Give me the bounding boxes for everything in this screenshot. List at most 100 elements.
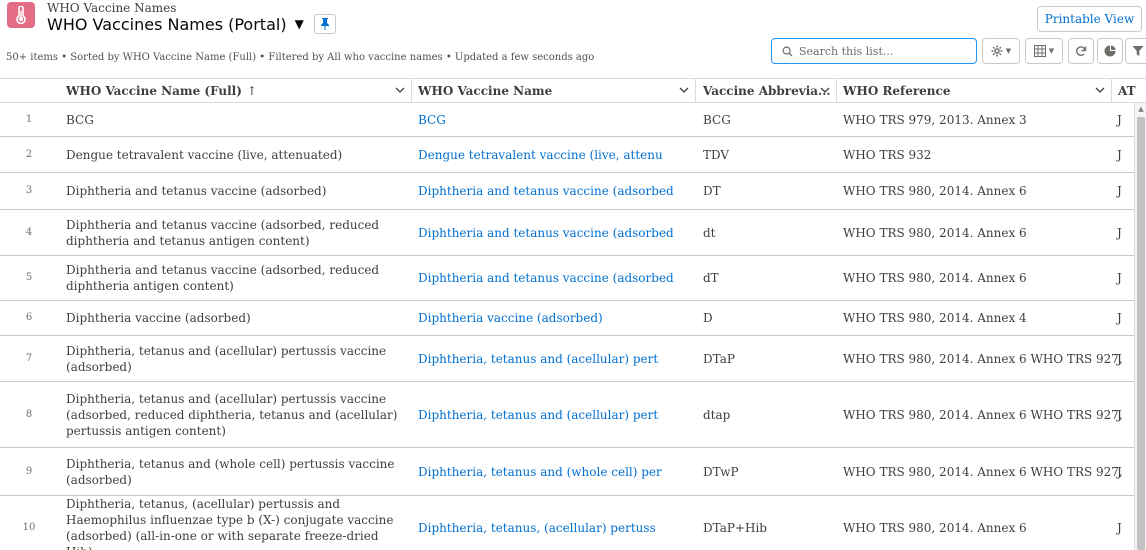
pin-button[interactable] [313,14,336,34]
cell-full-name: Diphtheria and tetanus vaccine (adsorbed… [66,263,380,293]
list-view-title[interactable]: WHO Vaccines Names (Portal) ▼ [47,14,336,34]
pie-chart-icon [1104,45,1116,57]
row-number: 8 [25,408,33,420]
column-header-who-reference[interactable]: WHO Reference [837,79,1112,103]
row-number: 9 [25,465,33,477]
table-row[interactable]: 1 BCG BCG BCG WHO TRS 979, 2013. Annex 3… [0,103,1134,137]
column-label: WHO Vaccine Name (Full) [66,84,242,98]
object-type-label: WHO Vaccine Names [47,1,177,15]
list-header: WHO Vaccine Names WHO Vaccines Names (Po… [0,0,1146,78]
row-number: 6 [25,312,33,323]
scroll-up-icon[interactable]: ▲ [1136,105,1146,113]
cell-vaccine-name-link[interactable]: Diphtheria and tetanus vaccine (adsorbed [418,210,686,255]
row-number: 3 [25,185,33,196]
cell-full-name: Diphtheria and tetanus vaccine (adsorbed… [66,217,380,248]
charts-button[interactable] [1097,38,1123,64]
cell-full-name: Diphtheria and tetanus vaccine (adsorbed… [66,184,327,198]
cell-vaccine-name-link[interactable]: Diphtheria, tetanus and (acellular) pert [418,336,686,381]
cell-vaccine-name-link[interactable]: Diphtheria and tetanus vaccine (adsorbed [418,256,686,300]
filter-button[interactable] [1125,38,1146,64]
cell-who-reference: WHO TRS 980, 2014. Annex 6 WHO TRS 927, … [843,407,1123,422]
sort-ascending-icon: ↑ [246,84,257,98]
cell-full-name: BCG [66,112,94,127]
table-row[interactable]: 7 Diphtheria, tetanus and (acellular) pe… [0,336,1134,382]
table-header: WHO Vaccine Name (Full) ↑ WHO Vaccine Na… [0,78,1146,103]
list-settings-button[interactable]: ▼ [982,38,1020,64]
cell-full-name: Diphtheria, tetanus, (acellular) pertuss… [66,497,394,550]
refresh-icon [1076,46,1087,56]
table-icon [1033,45,1046,57]
row-number: 1 [25,113,33,125]
column-label: WHO Vaccine Name [418,84,553,98]
cell-who-reference: WHO TRS 980, 2014. Annex 6 WHO TRS 927, … [843,464,1123,479]
cell-abbreviation: dtap [703,407,731,422]
chevron-down-icon [679,87,689,93]
cell-vaccine-name-link[interactable]: Diphtheria, tetanus and (whole cell) per [418,448,686,495]
cell-who-reference: WHO TRS 980, 2014. Annex 6 [843,521,1027,535]
table-row[interactable]: 8 Diphtheria, tetanus and (acellular) pe… [0,382,1134,448]
row-number: 10 [22,522,36,533]
cell-abbreviation: D [703,311,713,325]
cell-full-name: Diphtheria vaccine (adsorbed) [66,311,251,325]
vertical-scrollbar[interactable]: ▲ [1134,103,1146,550]
column-header-at[interactable]: AT [1112,79,1146,103]
list-meta-info: 50+ items • Sorted by WHO Vaccine Name (… [6,52,595,63]
scrollbar-thumb[interactable] [1137,117,1145,550]
search-icon [782,46,793,57]
cell-full-name: Diphtheria, tetanus and (acellular) pert… [66,391,398,438]
cell-vaccine-name-link[interactable]: Diphtheria and tetanus vaccine (adsorbed [418,173,686,209]
cell-vaccine-name-link[interactable]: Diphtheria, tetanus and (acellular) pert [418,382,686,447]
cell-abbreviation: dt [703,225,716,240]
cell-who-reference: WHO TRS 979, 2013. Annex 3 [843,112,1027,127]
chevron-down-icon [395,87,405,93]
refresh-button[interactable] [1068,38,1094,64]
column-label: AT [1118,84,1136,98]
column-header-abbreviation[interactable]: Vaccine Abbrevia... [697,79,837,103]
row-number: 5 [25,272,33,283]
table-row[interactable]: 3 Diphtheria and tetanus vaccine (adsorb… [0,173,1134,210]
cell-abbreviation: BCG [703,112,731,127]
table-row[interactable]: 10 Diphtheria, tetanus, (acellular) pert… [0,496,1134,550]
list-table: WHO Vaccine Name (Full) ↑ WHO Vaccine Na… [0,78,1146,550]
chevron-down-icon [1095,87,1105,93]
caret-down-icon[interactable]: ▼ [295,17,304,31]
cell-who-reference: WHO TRS 980, 2014. Annex 6 [843,184,1027,198]
chevron-down-icon [820,87,830,93]
display-as-button[interactable]: ▼ [1025,38,1063,64]
cell-abbreviation: dT [703,271,719,285]
gear-icon [991,45,1003,57]
table-row[interactable]: 4 Diphtheria and tetanus vaccine (adsorb… [0,210,1134,256]
filter-icon [1132,46,1144,56]
cell-who-reference: WHO TRS 980, 2014. Annex 4 [843,311,1027,325]
cell-vaccine-name-link[interactable]: Diphtheria, tetanus, (acellular) pertuss [418,496,686,550]
table-row[interactable]: 2 Dengue tetravalent vaccine (live, atte… [0,137,1134,173]
search-input[interactable] [799,44,969,58]
table-row[interactable]: 6 Diphtheria vaccine (adsorbed) Diphther… [0,301,1134,336]
cell-abbreviation: TDV [703,147,730,162]
column-label: WHO Reference [843,84,951,98]
chevron-down-icon: ▼ [1005,47,1012,55]
search-box[interactable] [771,38,977,64]
cell-vaccine-name-link[interactable]: Diphtheria vaccine (adsorbed) [418,301,686,335]
column-header-full-name[interactable]: WHO Vaccine Name (Full) ↑ [60,79,412,103]
cell-full-name: Diphtheria, tetanus and (whole cell) per… [66,456,395,487]
chevron-down-icon: ▼ [1048,47,1055,55]
pin-icon [320,18,329,30]
cell-vaccine-name-link[interactable]: BCG [418,103,686,136]
table-row[interactable]: 9 Diphtheria, tetanus and (whole cell) p… [0,448,1134,496]
cell-who-reference: WHO TRS 932 [843,147,932,162]
row-number: 4 [25,226,33,238]
table-row[interactable]: 5 Diphtheria and tetanus vaccine (adsorb… [0,256,1134,301]
list-view-title-text[interactable]: WHO Vaccines Names (Portal) [47,15,287,34]
cell-abbreviation: DT [703,184,721,198]
column-header-vaccine-name[interactable]: WHO Vaccine Name [412,79,696,103]
cell-full-name: Dengue tetravalent vaccine (live, attenu… [66,147,343,162]
cell-abbreviation: DTwP [703,464,739,479]
row-number: 7 [25,352,33,364]
cell-who-reference: WHO TRS 980, 2014. Annex 6 [843,225,1027,240]
cell-abbreviation: DTaP+Hib [703,521,767,535]
printable-view-button[interactable]: Printable View [1037,6,1142,32]
cell-vaccine-name-link[interactable]: Dengue tetravalent vaccine (live, attenu [418,137,686,172]
cell-who-reference: WHO TRS 980, 2014. Annex 6 [843,271,1027,285]
cell-abbreviation: DTaP [703,351,735,366]
